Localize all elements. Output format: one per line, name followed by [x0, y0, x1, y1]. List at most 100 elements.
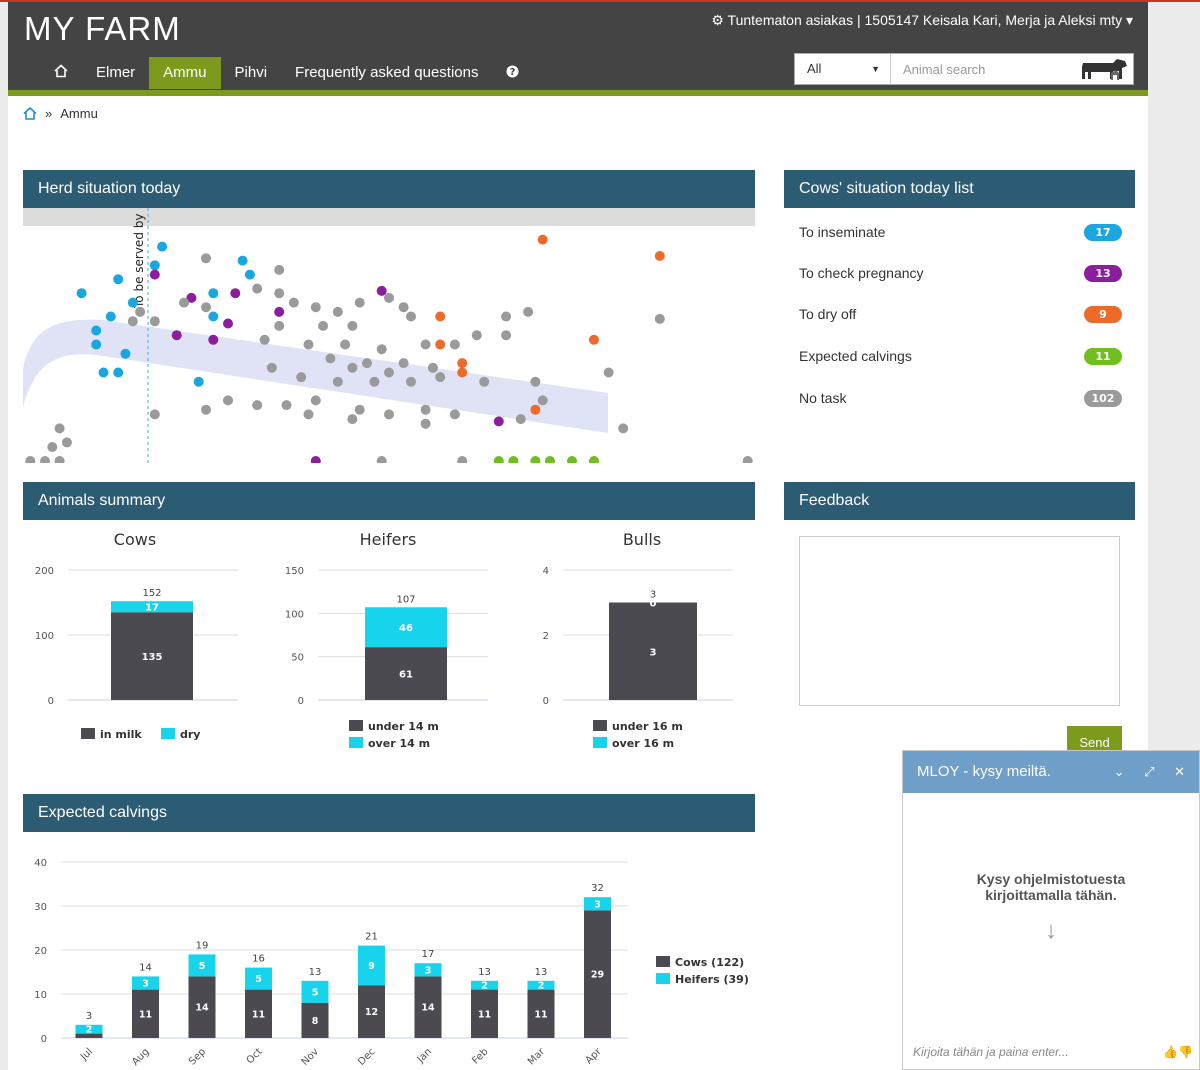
chat-window-controls[interactable]: ⌄ ⤢ ✕ [1114, 751, 1193, 793]
scatter-point-no-task [420, 404, 431, 415]
scatter-point-no-task [274, 320, 285, 331]
legend-swatch [81, 728, 95, 739]
x-tick-label: Feb [470, 1046, 490, 1066]
home-icon[interactable] [23, 107, 37, 120]
scatter-point-inseminate [127, 297, 138, 308]
bar-value-label: 14 [421, 1003, 435, 1014]
scatter-point-no-task [347, 320, 358, 331]
scatter-point-inseminate [113, 274, 124, 285]
feedback-textarea[interactable] [799, 536, 1120, 706]
chat-title: MLOY - kysy meiltä. [917, 763, 1051, 780]
cows-situation-title: Cows' situation today list [784, 170, 1135, 208]
x-tick-label: Nov [300, 1046, 322, 1068]
nav-help[interactable]: ? [492, 57, 533, 89]
svg-text:?: ? [510, 67, 516, 78]
y-tick-label: 0 [543, 696, 549, 707]
chat-prompt-line: kirjoittamalla tähän. [985, 887, 1117, 903]
scatter-point-no-task [420, 339, 431, 350]
scatter-point-no-task [135, 306, 146, 317]
task-row-inseminate[interactable]: To inseminate 17 [799, 224, 1122, 248]
bar-value-label: 9 [368, 961, 375, 972]
cow-icon[interactable] [1079, 57, 1129, 83]
scatter-point-calving [589, 456, 599, 463]
scatter-point-dry-off [589, 334, 599, 345]
scatter-point-pregnancy [208, 334, 219, 345]
nav-item-ammu[interactable]: Ammu [149, 57, 221, 89]
bar-total-label: 152 [142, 588, 161, 599]
scatter-point-inseminate [76, 288, 87, 299]
y-tick-label: 100 [285, 609, 304, 620]
animals-summary-charts: Cows 0 100 200 135 17 152 in milk dry Heifers 0 50 1… [35, 530, 733, 750]
bar-total-label: 21 [365, 932, 378, 943]
task-label: To inseminate [799, 224, 886, 240]
task-row-dry-off[interactable]: To dry off 9 [799, 306, 1122, 330]
legend-swatch [656, 956, 670, 967]
legend-label: Heifers (39) [675, 973, 749, 986]
chat-header[interactable]: MLOY - kysy meiltä. ⌄ ⤢ ✕ [903, 751, 1199, 793]
legend-swatch [593, 720, 607, 731]
scatter-point-dry-off [435, 311, 446, 322]
y-tick-label: 10 [34, 990, 47, 1001]
x-tick-label: Aug [130, 1046, 152, 1068]
scatter-point-no-task [406, 311, 416, 322]
count-badge: 102 [1084, 390, 1122, 407]
x-tick-label: Apr [584, 1046, 605, 1067]
account-label: Tuntematon asiakas | 1505147 Keisala Kar… [727, 12, 1133, 28]
nav-item-pihvi[interactable]: Pihvi [221, 57, 282, 89]
legend-swatch [349, 737, 363, 748]
task-row-check-pregnancy[interactable]: To check pregnancy 13 [799, 265, 1122, 289]
count-badge: 9 [1084, 306, 1122, 323]
nav-home[interactable] [40, 57, 82, 89]
app-header: MY FARM ⚙ Tuntematon asiakas | 1505147 K… [8, 2, 1148, 96]
bar-total-label: 16 [252, 954, 265, 965]
scatter-point-no-task [362, 358, 372, 369]
task-label: To dry off [799, 306, 857, 322]
task-row-no-task[interactable]: No task 102 [799, 390, 1122, 414]
scatter-point-no-task [384, 292, 394, 303]
bar-value-label: 135 [142, 652, 163, 663]
scatter-point-no-task [523, 306, 534, 317]
legend-swatch [349, 720, 363, 731]
scatter-point-inseminate [91, 339, 102, 350]
nav-item-elmer[interactable]: Elmer [82, 57, 149, 89]
chart-title: Heifers [360, 530, 417, 549]
y-tick-label: 0 [48, 696, 54, 707]
animals-summary-panel: Animals summary Cows 0 100 200 135 17 152 in mi… [23, 482, 755, 775]
scatter-point-no-task [47, 442, 58, 452]
scatter-point-dry-off [537, 234, 548, 245]
bar-total-label: 13 [478, 967, 491, 978]
scatter-point-no-task [376, 456, 387, 463]
feedback-title: Feedback [784, 482, 1135, 520]
scatter-point-no-task [654, 313, 665, 324]
breadcrumb-current: Ammu [60, 106, 98, 121]
scatter-point-dry-off [654, 251, 665, 261]
task-row-expected-calvings[interactable]: Expected calvings 11 [799, 348, 1122, 372]
scatter-point-no-task [179, 297, 189, 308]
chat-input[interactable]: Kirjoita tähän ja paina enter... [913, 1045, 1143, 1059]
search-filter-select[interactable]: All ▼ [795, 54, 891, 84]
scatter-point-no-task [530, 376, 541, 387]
scatter-point-calving [567, 456, 577, 463]
bar-value-label: 5 [199, 961, 206, 972]
thumbs-rating-icon[interactable]: 👍👎 [1163, 1045, 1193, 1059]
bar-value-label: 8 [312, 1016, 319, 1027]
y-tick-label: 0 [41, 1034, 47, 1045]
scatter-point-no-task [347, 362, 358, 373]
legend-swatch [593, 737, 607, 748]
account-menu[interactable]: ⚙ Tuntematon asiakas | 1505147 Keisala K… [711, 12, 1133, 29]
task-label: To check pregnancy [799, 265, 924, 281]
feedback-panel: Feedback Send [784, 482, 1135, 775]
brand-logo[interactable]: MY FARM [24, 10, 181, 48]
scatter-point-dry-off [457, 367, 468, 378]
scatter-point-no-task [435, 372, 446, 383]
scatter-point-no-task [223, 395, 233, 406]
animals-summary-title: Animals summary [23, 482, 755, 520]
x-tick-label: Jan [415, 1046, 434, 1065]
animal-search-input[interactable] [893, 54, 1073, 84]
nav-item-faq[interactable]: Frequently asked questions [281, 57, 492, 89]
legend-label: over 16 m [612, 737, 674, 750]
x-tick-label: Dec [356, 1046, 377, 1067]
y-tick-label: 100 [35, 631, 54, 642]
legend-label: in milk [100, 728, 142, 741]
scatter-point-pregnancy [149, 269, 160, 280]
